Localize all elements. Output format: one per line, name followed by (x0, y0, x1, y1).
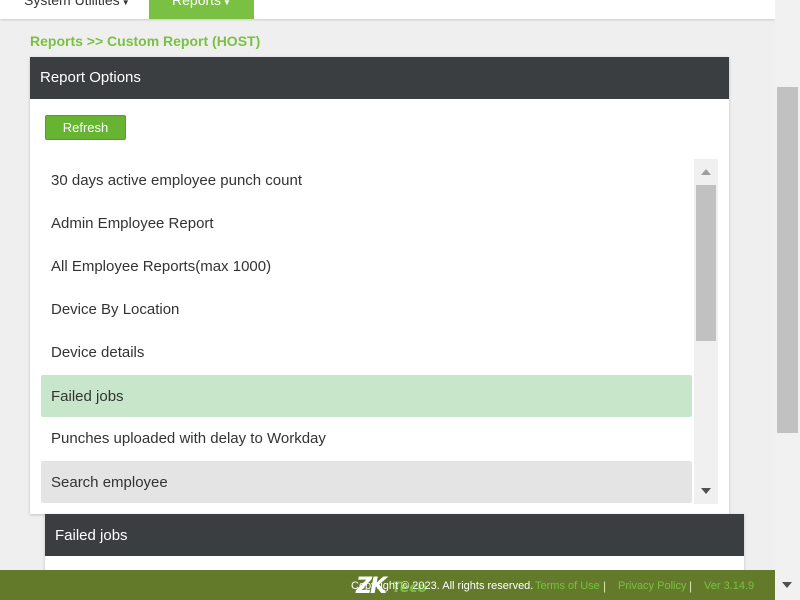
list-item[interactable]: All Employee Reports(max 1000) (41, 245, 692, 287)
page-scrollbar[interactable] (775, 0, 800, 600)
privacy-policy-link[interactable]: Privacy Policy (618, 580, 686, 592)
version-label: Ver 3.14.9 (704, 580, 755, 592)
chevron-down-icon: ▼ (223, 0, 231, 7)
report-options-header: Report Options (30, 57, 729, 99)
list-item-label: Device details (51, 344, 145, 361)
report-list: 30 days active employee punch count Admi… (41, 159, 718, 504)
report-options-panel: Report Options Refresh 30 days active em… (30, 57, 729, 514)
page-scrollbar-thumb[interactable] (777, 87, 798, 433)
list-item-label: Failed jobs (51, 388, 124, 405)
list-item-label: Admin Employee Report (51, 215, 214, 232)
scroll-up-arrow-icon[interactable] (701, 169, 711, 175)
refresh-button[interactable]: Refresh (45, 115, 126, 140)
result-panel-header: Failed jobs (45, 514, 744, 556)
copyright-text: Copyright © 2023. All rights reserved. (351, 580, 534, 592)
nav-reports[interactable]: Reports ▼ (149, 0, 254, 19)
list-item-hovered[interactable]: Search employee (41, 461, 692, 503)
report-options-title: Report Options (40, 69, 141, 86)
list-item-label: All Employee Reports(max 1000) (51, 258, 272, 275)
footer: ZK Teco Copyright © 2023. All rights res… (0, 570, 775, 600)
scroll-down-arrow-icon[interactable] (701, 488, 711, 494)
list-item[interactable]: Device By Location (41, 288, 692, 330)
nav-system-utilities[interactable]: System Utilities ▼ (24, 0, 134, 19)
nav-reports-label: Reports (172, 0, 222, 8)
nav-system-utilities-label: System Utilities (24, 0, 120, 8)
list-item[interactable]: Punches uploaded with delay to Workday (41, 417, 692, 459)
report-list-scrollbar-thumb[interactable] (696, 185, 716, 341)
list-item[interactable]: 30 days active employee punch count (41, 159, 692, 201)
result-panel-title: Failed jobs (55, 527, 128, 544)
footer-separator: | (689, 579, 693, 593)
report-list-scrollbar[interactable] (694, 159, 718, 504)
chevron-down-icon: ▼ (121, 0, 130, 7)
breadcrumb: Reports >> Custom Report (HOST) (30, 33, 261, 49)
terms-of-use-link[interactable]: Terms of Use (535, 580, 600, 592)
list-item-label: Search employee (51, 474, 168, 491)
list-item-label: Punches uploaded with delay to Workday (51, 430, 326, 447)
list-item[interactable]: Admin Employee Report (41, 202, 692, 244)
list-item[interactable]: Device details (41, 331, 692, 373)
scroll-down-arrow-icon[interactable] (782, 582, 792, 588)
list-item-label: Device By Location (51, 301, 180, 318)
list-item-selected[interactable]: Failed jobs (41, 375, 692, 417)
list-item-label: 30 days active employee punch count (51, 172, 302, 189)
top-nav: System Utilities ▼ Reports ▼ (0, 0, 775, 19)
footer-separator: | (603, 579, 607, 593)
